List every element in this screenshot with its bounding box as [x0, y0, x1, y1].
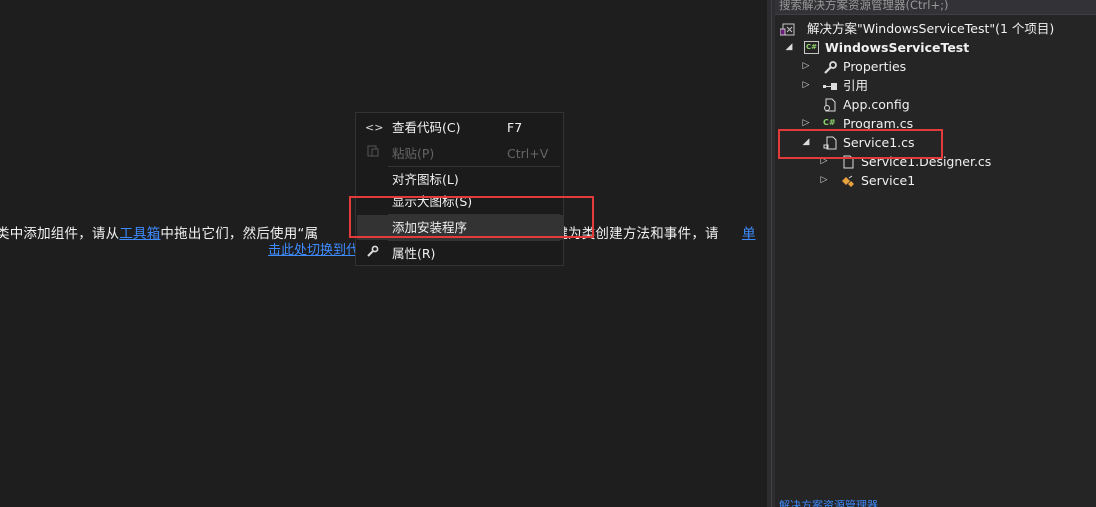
project-label: WindowsServiceTest	[825, 40, 970, 55]
menu-item-paste[interactable]: 粘贴(P) Ctrl+V	[357, 141, 563, 166]
csharp-project-icon: C#	[804, 41, 819, 54]
solution-explorer-tab[interactable]: 解决方案资源管理器	[779, 499, 878, 507]
document-icon	[841, 155, 855, 169]
menu-item-shortcut: Ctrl+V	[507, 146, 549, 161]
tree-item-label: 引用	[843, 78, 869, 93]
collapse-arrow-icon[interactable]: ◢	[801, 133, 811, 152]
expand-arrow-icon[interactable]: ▷	[819, 152, 829, 171]
class-icon	[841, 174, 855, 187]
tree-item-label: Service1.Designer.cs	[861, 154, 992, 169]
tree-row-project[interactable]: ◢ C# WindowsServiceTest	[775, 38, 1096, 57]
references-icon	[822, 79, 837, 92]
tree-item-label: Service1	[861, 173, 916, 188]
expand-arrow-icon[interactable]: ▷	[819, 171, 829, 190]
paste-icon	[365, 141, 381, 166]
service-file-icon	[823, 136, 837, 150]
menu-item-label: 属性(R)	[392, 246, 436, 261]
expand-arrow-icon[interactable]: ▷	[801, 114, 811, 133]
wrench-icon	[365, 241, 381, 266]
menu-item-add-installer[interactable]: 添加安装程序	[357, 215, 563, 240]
expand-arrow-icon[interactable]: ▷	[801, 57, 811, 76]
tree-row-properties[interactable]: ▷ Properties	[775, 57, 1096, 76]
menu-item-show-large-icons[interactable]: 显示大图标(S)	[357, 189, 563, 214]
tree-row-service1-designer-cs[interactable]: ▷ Service1.Designer.cs	[775, 152, 1096, 171]
tree-row-references[interactable]: ▷ 引用	[775, 76, 1096, 95]
menu-item-label: 粘贴(P)	[392, 146, 435, 161]
tree-row-app-config[interactable]: App.config	[775, 95, 1096, 114]
solution-label: 解决方案"WindowsServiceTest"(1 个项目)	[807, 21, 1055, 36]
tree-item-label: Properties	[843, 59, 907, 74]
hint-prefix: 类中添加组件，请从	[0, 226, 120, 242]
menu-item-view-code[interactable]: <> 查看代码(C) F7	[357, 115, 563, 140]
hint-suffix: 键为类创建方法和事件，请	[554, 226, 719, 242]
menu-item-label: 添加安装程序	[392, 220, 468, 235]
csharp-file-icon: C#	[823, 118, 836, 127]
solution-icon	[779, 22, 795, 36]
wrench-icon	[823, 60, 837, 74]
collapse-arrow-icon[interactable]: ◢	[784, 38, 794, 57]
context-menu: <> 查看代码(C) F7 粘贴(P) Ctrl+V 对齐图标(L) 显示大图标…	[355, 112, 564, 266]
solution-explorer: 搜索解决方案资源管理器(Ctrl+;) 解决方案"WindowsServiceT…	[775, 0, 1096, 507]
tree-item-label: Program.cs	[843, 116, 914, 131]
config-file-icon	[823, 98, 837, 112]
tree-row-solution[interactable]: 解决方案"WindowsServiceTest"(1 个项目)	[775, 19, 1096, 38]
code-icon: <>	[365, 121, 384, 134]
menu-item-label: 查看代码(C)	[392, 120, 461, 135]
menu-item-label: 显示大图标(S)	[392, 194, 473, 209]
menu-item-properties[interactable]: 属性(R)	[357, 241, 563, 266]
expand-arrow-icon[interactable]: ▷	[801, 76, 811, 95]
tree-row-program-cs[interactable]: ▷ C# Program.cs	[775, 114, 1096, 133]
tree-row-service1-cs[interactable]: ◢ Service1.cs	[775, 133, 1096, 152]
toolbox-link[interactable]: 工具箱	[119, 226, 160, 242]
menu-item-shortcut: F7	[507, 120, 523, 135]
tree-row-service1-class[interactable]: ▷ Service1	[775, 171, 1096, 190]
solution-search-input[interactable]: 搜索解决方案资源管理器(Ctrl+;)	[775, 0, 1096, 15]
code-view-link-right[interactable]: 单	[742, 222, 756, 242]
splitter-line	[771, 0, 772, 507]
tree-item-label: App.config	[843, 97, 910, 112]
tree-item-label: Service1.cs	[843, 135, 915, 150]
solution-explorer-footer: 解决方案资源管理器	[775, 499, 1096, 507]
